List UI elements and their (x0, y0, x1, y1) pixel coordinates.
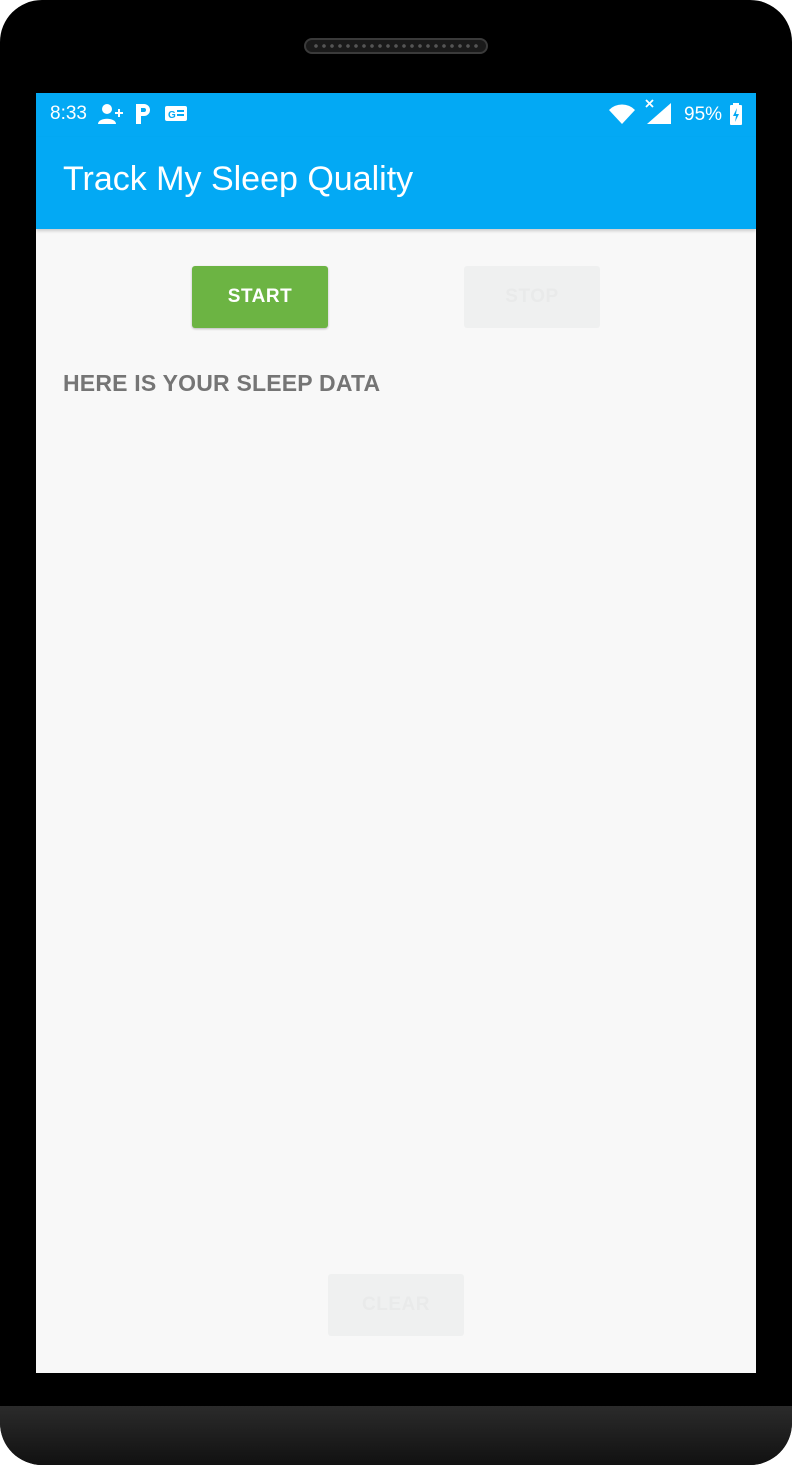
status-time: 8:33 (50, 103, 87, 124)
earpiece-speaker (304, 38, 488, 54)
news-icon: G (164, 102, 188, 126)
stop-button[interactable]: STOP (464, 266, 600, 328)
app-screen: 8:33 G 95% Track My Sleep Quality START … (36, 93, 756, 1373)
clear-button[interactable]: CLEAR (328, 1274, 464, 1336)
sleep-data-text: HERE IS YOUR SLEEP DATA (63, 370, 381, 396)
signal-icon (644, 99, 674, 124)
app-title: Track My Sleep Quality (63, 160, 414, 198)
start-button[interactable]: START (192, 266, 328, 328)
parking-icon (134, 102, 152, 126)
battery-percentage: 95% (684, 104, 723, 125)
phone-frame: 8:33 G 95% Track My Sleep Quality START … (0, 0, 792, 1465)
wifi-icon (608, 102, 636, 126)
app-bar: Track My Sleep Quality (36, 137, 756, 229)
add-contact-icon (98, 102, 124, 126)
status-bar: 8:33 G 95% (36, 93, 756, 137)
battery-charging-icon (729, 102, 743, 126)
phone-bottom-bezel (0, 1406, 792, 1465)
svg-text:G: G (168, 110, 176, 121)
